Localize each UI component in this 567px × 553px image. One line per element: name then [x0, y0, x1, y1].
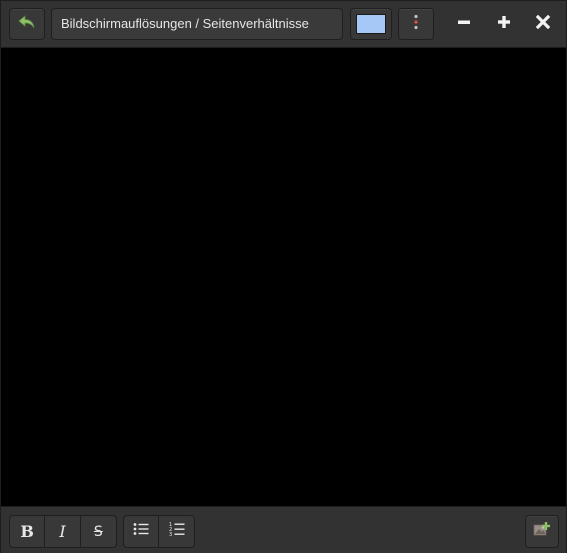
text-format-group: B I S: [9, 515, 117, 548]
svg-text:3: 3: [169, 532, 172, 537]
note-color-swatch: [356, 14, 386, 34]
italic-button[interactable]: I: [45, 516, 81, 547]
numbered-list-icon: 1 2 3: [169, 521, 185, 542]
bullet-list-icon: [133, 522, 149, 541]
sticky-note-window: Bildschirmauflösungen / Seitenverhältnis…: [0, 0, 567, 553]
bullet-list-button[interactable]: [124, 516, 160, 547]
bold-button[interactable]: B: [10, 516, 46, 547]
title-bar: Bildschirmauflösungen / Seitenverhältnis…: [1, 1, 566, 48]
minimize-button[interactable]: [449, 9, 479, 39]
close-button[interactable]: [528, 9, 558, 39]
maximize-button[interactable]: [489, 9, 519, 39]
insert-image-button[interactable]: [525, 515, 559, 548]
numbered-list-button[interactable]: 1 2 3: [159, 516, 194, 547]
undo-arrow-icon: [18, 14, 36, 34]
strikethrough-button[interactable]: S: [81, 516, 116, 547]
note-title-field[interactable]: Bildschirmauflösungen / Seitenverhältnis…: [51, 8, 343, 40]
bold-label: B: [20, 522, 34, 541]
insert-image-icon: [533, 521, 551, 542]
plus-icon: [497, 15, 511, 34]
note-text-area[interactable]: [1, 48, 566, 506]
close-icon: [535, 14, 551, 34]
minus-icon: [457, 15, 471, 34]
italic-label: I: [59, 522, 66, 541]
back-button[interactable]: [9, 8, 45, 40]
vertical-dots-icon: [413, 14, 419, 35]
formatting-toolbar: B I S 1 2 3: [1, 506, 566, 553]
list-format-group: 1 2 3: [123, 515, 195, 548]
menu-button[interactable]: [398, 8, 434, 40]
note-color-button[interactable]: [350, 8, 392, 40]
strikethrough-label: S: [93, 523, 103, 540]
